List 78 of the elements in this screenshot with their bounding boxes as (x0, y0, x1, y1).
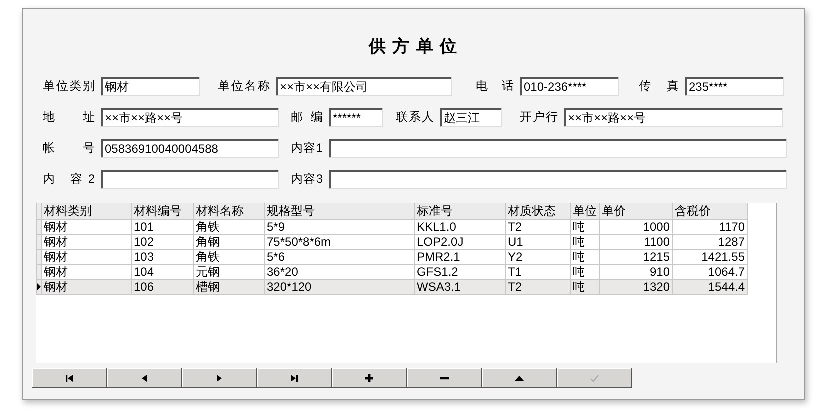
table-cell: 1100 (600, 234, 672, 250)
table-cell: 钢材 (42, 250, 132, 264)
input-field[interactable]: 010-236**** (520, 77, 619, 96)
column-header[interactable]: 材料类别 (42, 203, 132, 220)
edit-record-button[interactable] (482, 368, 557, 388)
table-cell: 5*6 (264, 250, 414, 264)
window-title: 供 方 单 位 (368, 36, 458, 58)
table-cell: 320*120 (264, 280, 414, 294)
input-field[interactable]: 235**** (685, 77, 784, 96)
table-cell: 106 (132, 280, 194, 294)
table-cell: Y2 (506, 250, 570, 264)
field-label: 内容3 (291, 171, 323, 188)
table-cell: 角铁 (194, 250, 264, 264)
next-record-button[interactable] (182, 368, 257, 388)
table-cell: 槽钢 (194, 280, 264, 294)
field-label: 内容1 (291, 140, 323, 157)
table-cell: T2 (506, 220, 570, 234)
table-cell: 角铁 (194, 220, 264, 234)
table-cell: 1287 (672, 234, 748, 250)
table-cell: 吨 (570, 234, 600, 250)
input-field[interactable] (101, 170, 279, 189)
table-cell: 吨 (570, 280, 600, 294)
input-field[interactable]: 钢材 (101, 77, 200, 96)
input-field[interactable]: ××市××路××号 (564, 108, 783, 127)
table-cell: 1320 (600, 280, 672, 294)
field-label: 内 容2 (43, 171, 95, 188)
input-field[interactable] (329, 170, 787, 189)
field-label: 地 址 (43, 109, 95, 126)
field-label: 联系人 (396, 109, 434, 126)
input-field[interactable]: ××市××有限公司 (276, 77, 452, 96)
table-cell: 1215 (600, 250, 672, 264)
table-cell: 103 (132, 250, 194, 264)
table-cell: 102 (132, 234, 194, 250)
column-header[interactable]: 材质状态 (506, 203, 570, 220)
field-label: 邮 编 (291, 109, 323, 126)
field-label: 开户行 (520, 109, 558, 126)
field-label: 传 真 (639, 78, 679, 95)
grid-corner (36, 203, 42, 220)
table-cell: 钢材 (42, 280, 132, 294)
table-cell: U1 (506, 234, 570, 250)
table-cell: T2 (506, 280, 570, 294)
table-cell: KKL1.0 (414, 220, 506, 234)
last-record-button[interactable] (257, 368, 332, 388)
table-cell: 角钢 (194, 234, 264, 250)
input-field[interactable]: ****** (329, 108, 383, 127)
column-header[interactable]: 含税价 (672, 203, 748, 220)
input-field[interactable]: 赵三江 (440, 108, 502, 127)
insert-record-button[interactable] (332, 368, 407, 388)
delete-record-button[interactable] (407, 368, 482, 388)
field-label: 单位类别 (43, 78, 95, 95)
table-cell: 钢材 (42, 234, 132, 250)
input-field[interactable]: 05836910040004588 (101, 139, 279, 158)
table-cell: WSA3.1 (414, 280, 506, 294)
table-cell: 1544.4 (672, 280, 748, 294)
field-label: 帐 号 (43, 140, 95, 157)
table-cell: LOP2.0J (414, 234, 506, 250)
column-header[interactable]: 材料编号 (132, 203, 194, 220)
input-field[interactable] (329, 139, 787, 158)
column-header[interactable]: 材料名称 (194, 203, 264, 220)
table-cell: 吨 (570, 220, 600, 234)
table-cell: PMR2.1 (414, 250, 506, 264)
table-cell: 5*9 (264, 220, 414, 234)
table-cell: 1170 (672, 220, 748, 234)
column-header[interactable]: 规格型号 (264, 203, 414, 220)
table-cell: 75*50*8*6m (264, 234, 414, 250)
table-cell: 钢材 (42, 220, 132, 234)
column-header[interactable]: 单位 (570, 203, 600, 220)
field-label: 单位名称 (218, 78, 270, 95)
column-header[interactable]: 标准号 (414, 203, 506, 220)
first-record-button[interactable] (32, 368, 107, 388)
table-cell: 1000 (600, 220, 672, 234)
field-label: 电 话 (476, 78, 514, 95)
table-cell: 吨 (570, 250, 600, 264)
input-field[interactable]: ××市××路××号 (101, 108, 279, 127)
column-header[interactable]: 单价 (600, 203, 672, 220)
table-cell: 101 (132, 220, 194, 234)
prior-record-button[interactable] (107, 368, 182, 388)
table-cell: 1421.55 (672, 250, 748, 264)
